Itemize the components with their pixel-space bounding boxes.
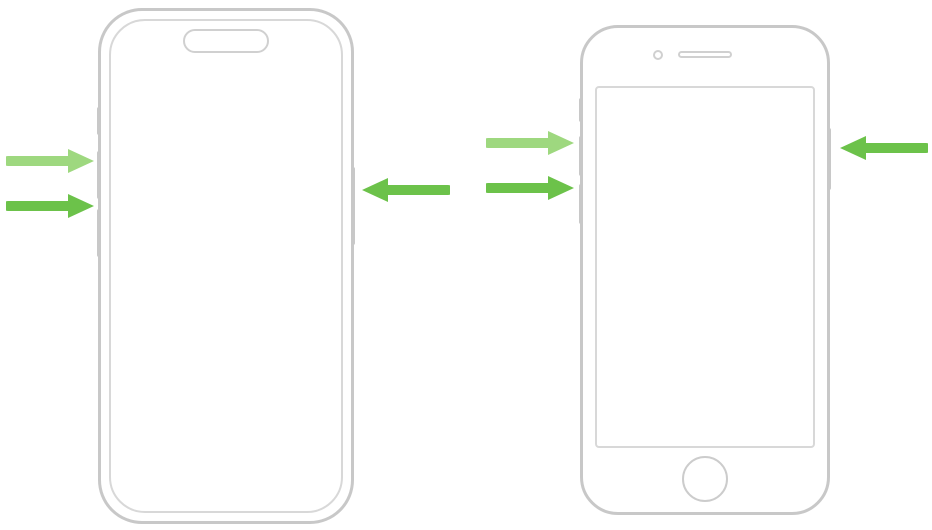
arrow-left-icon <box>360 177 450 207</box>
arrow-right-icon <box>486 130 576 160</box>
diagram-canvas <box>0 0 932 530</box>
mute-switch <box>579 98 583 122</box>
arrow-left-icon <box>838 135 928 165</box>
mute-switch <box>97 107 101 135</box>
dynamic-island-outline <box>183 29 269 53</box>
iphone-classic-outline <box>580 25 830 515</box>
iphone-modern-outline <box>98 8 354 524</box>
arrow-right-icon <box>6 148 96 178</box>
volume-up-button <box>97 151 101 199</box>
arrow-right-icon <box>486 175 576 205</box>
volume-down-button <box>579 184 583 224</box>
arrow-right-icon <box>6 193 96 223</box>
home-button <box>682 456 728 502</box>
screen-outline <box>109 19 343 513</box>
volume-down-button <box>97 209 101 257</box>
side-button <box>827 128 831 190</box>
side-button <box>351 167 355 245</box>
front-camera <box>653 50 663 60</box>
screen-outline <box>595 86 815 448</box>
earpiece-speaker <box>678 51 732 58</box>
volume-up-button <box>579 136 583 176</box>
